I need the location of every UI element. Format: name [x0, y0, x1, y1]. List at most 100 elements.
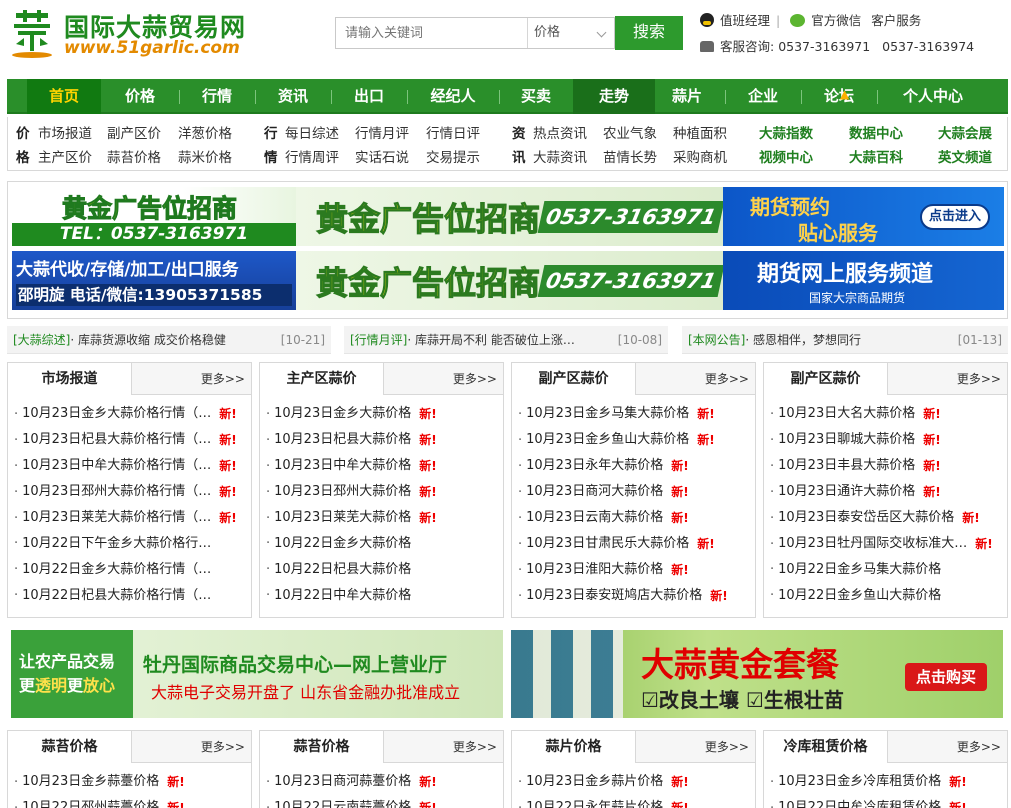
list-item[interactable]: · 10月23日莱芜大蒜价格 新!: [266, 505, 503, 531]
list-item-title[interactable]: 10月23日甘肃民乐大蒜价格: [526, 531, 689, 557]
buy-button[interactable]: 点击购买: [905, 663, 987, 691]
nav-user-center[interactable]: 个人中心: [883, 79, 983, 114]
subnav-link-data-center[interactable]: 数据中心: [849, 122, 903, 142]
list-item-title[interactable]: 10月22日金乡大蒜价格: [274, 531, 411, 557]
list-item[interactable]: · 10月23日金乡马集大蒜价格 新!: [518, 401, 755, 427]
garlic-service-banner[interactable]: 大蒜代收/存储/加工/出口服务 邵明旋 电话/微信:13905371585: [12, 251, 296, 310]
list-item-title[interactable]: 10月23日永年大蒜价格: [526, 453, 663, 479]
list-item-title[interactable]: 10月23日泰安斑鸠店大蒜价格: [526, 583, 702, 609]
list-item[interactable]: · 10月23日金乡蒜薹价格 新!: [14, 769, 251, 795]
list-item[interactable]: · 10月22日云南蒜薹价格 新!: [266, 795, 503, 808]
list-item-title[interactable]: 10月23日金乡大蒜价格: [274, 401, 411, 427]
list-item[interactable]: · 10月23日牡丹国际交收标准大… 新!: [770, 531, 1007, 557]
list-item[interactable]: · 10月22日金乡大蒜价格: [266, 531, 503, 557]
duty-manager-link[interactable]: 值班经理: [720, 13, 770, 28]
list-item-title[interactable]: 10月22日中牟大蒜价格: [274, 583, 411, 609]
subnav-link[interactable]: 苗情长势: [603, 146, 657, 166]
list-item-title[interactable]: 10月23日泰安岱岳区大蒜价格: [778, 505, 954, 531]
search-category-select[interactable]: 价格: [527, 18, 615, 48]
list-item[interactable]: · 10月23日杞县大蒜价格 新!: [266, 427, 503, 453]
list-item[interactable]: · 10月23日莱芜大蒜价格行情（… 新!: [14, 505, 251, 531]
list-item[interactable]: · 10月22日金乡鱼山大蒜价格: [770, 583, 1007, 609]
subnav-link-video-center[interactable]: 视频中心: [759, 146, 813, 166]
list-item-title[interactable]: 10月22日中牟冷库租赁价格: [778, 795, 941, 808]
more-link[interactable]: 更多>>: [957, 363, 1001, 395]
more-link[interactable]: 更多>>: [201, 731, 245, 763]
list-item[interactable]: · 10月23日商河大蒜价格 新!: [518, 479, 755, 505]
list-item[interactable]: · 10月22日邳州蒜薹价格 新!: [14, 795, 251, 808]
list-item-title[interactable]: 10月22日云南蒜薹价格: [274, 795, 411, 808]
list-item-title[interactable]: 10月23日邳州大蒜价格: [274, 479, 411, 505]
news-ticker[interactable]: [行情月评]· 库蒜开局不利 能否破位上涨… [10-08]: [344, 326, 668, 354]
list-item-title[interactable]: 10月23日丰县大蒜价格: [778, 453, 915, 479]
gold-ad-banner[interactable]: 黄金广告位招商 TEL：0537-3163971: [12, 187, 296, 246]
subnav-link[interactable]: 行情日评: [426, 122, 480, 142]
list-item-title[interactable]: 10月23日金乡蒜片价格: [526, 769, 663, 795]
list-item-title[interactable]: 10月23日中牟大蒜价格: [274, 453, 411, 479]
list-item[interactable]: · 10月22日永年蒜片价格 新!: [518, 795, 755, 808]
nav-trade[interactable]: 买卖: [505, 79, 567, 114]
list-item[interactable]: · 10月23日云南大蒜价格 新!: [518, 505, 755, 531]
list-item[interactable]: · 10月23日中牟大蒜价格 新!: [266, 453, 503, 479]
subnav-link[interactable]: 主产区价: [38, 146, 92, 166]
list-item[interactable]: · 10月22日中牟冷库租赁价格 新!: [770, 795, 1007, 808]
list-item[interactable]: · 10月22日杞县大蒜价格行情（…: [14, 583, 251, 609]
subnav-link[interactable]: 实话石说: [355, 146, 409, 166]
list-item[interactable]: · 10月23日泰安岱岳区大蒜价格 新!: [770, 505, 1007, 531]
list-item[interactable]: · 10月23日杞县大蒜价格行情（… 新!: [14, 427, 251, 453]
subnav-link[interactable]: 蒜米价格: [178, 146, 232, 166]
list-item-title[interactable]: 10月22日永年蒜片价格: [526, 795, 663, 808]
customer-service-link[interactable]: 客户服务: [871, 13, 921, 28]
list-item[interactable]: · 10月23日金乡蒜片价格 新!: [518, 769, 755, 795]
list-item-title[interactable]: 10月23日杞县大蒜价格行情（…: [22, 427, 211, 453]
site-url[interactable]: www.51garlic.com: [64, 38, 240, 58]
news-ticker[interactable]: [本网公告]· 感恩相伴，梦想同行 [01-13]: [682, 326, 1008, 354]
list-item-title[interactable]: 10月23日邳州大蒜价格行情（…: [22, 479, 211, 505]
list-item-title[interactable]: 10月23日淮阳大蒜价格: [526, 557, 663, 583]
exchange-center-banner[interactable]: 让农产品交易 更透明更放心 牡丹国际商品交易中心—网上营业厅 大蒜电子交易开盘了…: [11, 630, 503, 718]
list-item-title[interactable]: 10月23日商河大蒜价格: [526, 479, 663, 505]
subnav-link[interactable]: 种植面积: [673, 122, 727, 142]
list-item-title[interactable]: 10月23日大名大蒜价格: [778, 401, 915, 427]
list-item[interactable]: · 10月22日金乡大蒜价格行情（…: [14, 557, 251, 583]
list-item-title[interactable]: 10月22日杞县大蒜价格: [274, 557, 411, 583]
subnav-link[interactable]: 农业气象: [603, 122, 657, 142]
nav-news[interactable]: 资讯: [261, 79, 325, 114]
panel-title[interactable]: 蒜苔价格: [8, 731, 132, 763]
list-item-title[interactable]: 10月23日杞县大蒜价格: [274, 427, 411, 453]
list-item-title[interactable]: 10月23日莱芜大蒜价格行情（…: [22, 505, 211, 531]
list-item-title[interactable]: 10月23日聊城大蒜价格: [778, 427, 915, 453]
list-item[interactable]: · 10月23日商河蒜薹价格 新!: [266, 769, 503, 795]
list-item-title[interactable]: 10月23日金乡蒜薹价格: [22, 769, 159, 795]
list-item-title[interactable]: 10月23日金乡马集大蒜价格: [526, 401, 689, 427]
enter-button[interactable]: 点击进入: [920, 204, 990, 230]
list-item[interactable]: · 10月22日中牟大蒜价格: [266, 583, 503, 609]
panel-title[interactable]: 蒜苔价格: [260, 731, 384, 763]
more-link[interactable]: 更多>>: [705, 731, 749, 763]
more-link[interactable]: 更多>>: [453, 363, 497, 395]
gold-ad-banner[interactable]: 黄金广告位招商 0537-3163971: [296, 187, 726, 246]
more-link[interactable]: 更多>>: [201, 363, 245, 395]
list-item-title[interactable]: 10月22日邳州蒜薹价格: [22, 795, 159, 808]
nav-garlic-slice[interactable]: 蒜片: [655, 79, 719, 114]
panel-title[interactable]: 蒜片价格: [512, 731, 636, 763]
nav-home[interactable]: 首页: [27, 79, 101, 114]
subnav-link[interactable]: 采购商机: [673, 146, 727, 166]
list-item-title[interactable]: 10月23日云南大蒜价格: [526, 505, 663, 531]
search-input[interactable]: [336, 18, 526, 48]
subnav-link[interactable]: 每日综述: [285, 122, 339, 142]
nav-price[interactable]: 价格: [107, 79, 173, 114]
garlic-gold-package-banner[interactable]: 大蒜黄金套餐 ☑改良土壤 ☑生根壮苗 点击购买: [511, 630, 1003, 718]
subnav-link[interactable]: 热点资讯: [533, 122, 587, 142]
subnav-link-garlic-wiki[interactable]: 大蒜百科: [849, 146, 903, 166]
subnav-link[interactable]: 市场报道: [38, 122, 92, 142]
subnav-link[interactable]: 行情月评: [355, 122, 409, 142]
list-item-title[interactable]: 10月22日下午金乡大蒜价格行…: [22, 531, 211, 557]
list-item[interactable]: · 10月23日邳州大蒜价格行情（… 新!: [14, 479, 251, 505]
panel-title[interactable]: 主产区蒜价: [260, 363, 384, 395]
list-item-title[interactable]: 10月23日莱芜大蒜价格: [274, 505, 411, 531]
nav-enterprise[interactable]: 企业: [731, 79, 795, 114]
list-item-title[interactable]: 10月23日通许大蒜价格: [778, 479, 915, 505]
list-item[interactable]: · 10月23日金乡冷库租赁价格 新!: [770, 769, 1007, 795]
list-item-title[interactable]: 10月23日金乡冷库租赁价格: [778, 769, 941, 795]
